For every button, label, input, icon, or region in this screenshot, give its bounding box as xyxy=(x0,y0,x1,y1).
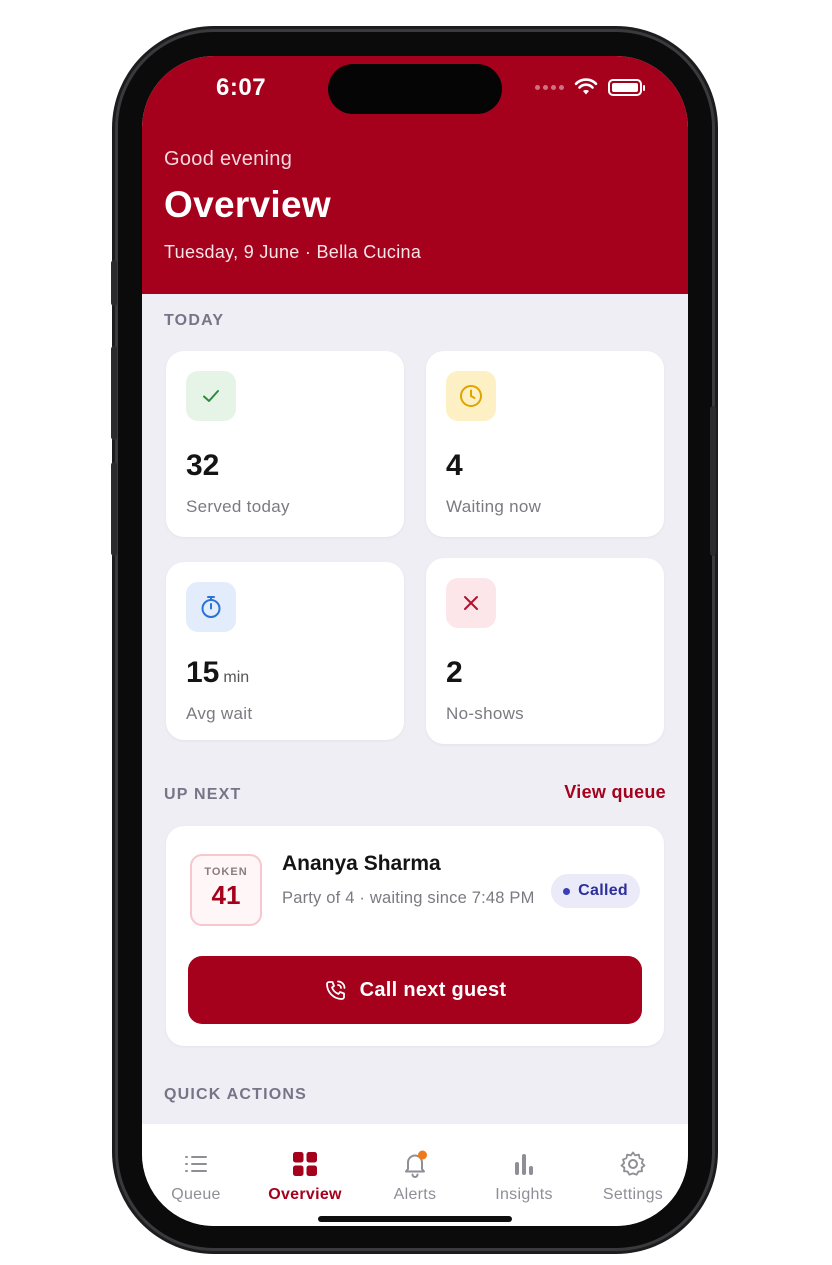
stat-card-served[interactable]: 32 Served today xyxy=(166,351,404,537)
bar-chart-icon xyxy=(515,1154,533,1175)
stat-value: 2 xyxy=(446,656,463,689)
x-icon xyxy=(446,578,496,628)
tab-overview[interactable]: Overview xyxy=(255,1150,355,1204)
power-button xyxy=(710,406,716,556)
section-label-today: TODAY xyxy=(164,312,225,329)
guest-detail: Party of 4 · waiting since 7:48 PM xyxy=(282,889,535,907)
tab-alerts[interactable]: Alerts xyxy=(365,1150,465,1204)
stopwatch-icon xyxy=(186,582,236,632)
stat-card-avg-wait[interactable]: 15 min Avg wait xyxy=(166,562,404,740)
up-next-card: TOKEN 41 Ananya Sharma Party of 4 · wait… xyxy=(166,826,664,1046)
tab-bar: Queue Overview Alerts Insights Settings xyxy=(142,1124,688,1226)
tab-settings[interactable]: Settings xyxy=(583,1150,683,1204)
stat-value: 32 xyxy=(186,449,220,482)
stat-unit: min xyxy=(223,669,250,686)
stat-label: No-shows xyxy=(446,704,524,723)
stat-value: 4 xyxy=(446,449,463,482)
tab-label: Alerts xyxy=(393,1186,437,1203)
gear-icon xyxy=(620,1151,646,1176)
token-number: 41 xyxy=(211,880,241,910)
tab-insights[interactable]: Insights xyxy=(474,1150,574,1204)
section-label-quick-actions: QUICK ACTIONS xyxy=(164,1086,308,1103)
battery-icon xyxy=(608,78,645,96)
grid-icon xyxy=(293,1152,317,1176)
call-next-guest-label: Call next guest xyxy=(359,978,507,1001)
section-label-up-next: UP NEXT xyxy=(164,786,242,803)
check-icon xyxy=(186,371,236,421)
view-queue-link[interactable]: View queue xyxy=(564,782,666,803)
stat-label: Served today xyxy=(186,497,290,516)
volume-down-button xyxy=(111,462,117,556)
call-next-guest-button[interactable]: Call next guest xyxy=(188,956,642,1024)
volume-up-button xyxy=(111,346,117,440)
stat-card-waiting[interactable]: 4 Waiting now xyxy=(426,351,664,537)
screen: 6:07 Good evening Overview Tuesday, 9 Ju… xyxy=(142,56,688,1226)
tab-label: Queue xyxy=(171,1186,221,1203)
guest-name: Ananya Sharma xyxy=(282,852,441,875)
header-subtitle: Tuesday, 9 June · Bella Cucina xyxy=(164,242,422,262)
status-badge: Called xyxy=(551,874,640,908)
signal-icon xyxy=(535,84,564,90)
bell-icon xyxy=(405,1150,427,1178)
list-icon xyxy=(185,1156,207,1172)
tab-label: Settings xyxy=(602,1186,664,1203)
page-title: Overview xyxy=(164,184,331,225)
stat-label: Waiting now xyxy=(446,497,542,516)
status-badge-label: Called xyxy=(578,882,628,899)
status-time: 6:07 xyxy=(216,74,267,101)
token-box: TOKEN 41 xyxy=(190,854,262,926)
token-label: TOKEN xyxy=(204,866,248,878)
tab-label: Insights xyxy=(495,1186,553,1203)
greeting: Good evening xyxy=(164,148,293,170)
wifi-icon xyxy=(574,78,598,95)
status-icons xyxy=(535,78,645,96)
tab-queue[interactable]: Queue xyxy=(146,1150,246,1204)
stat-label: Avg wait xyxy=(186,704,253,723)
clock-icon xyxy=(446,371,496,421)
silent-switch xyxy=(111,260,117,306)
dynamic-island xyxy=(328,64,502,114)
phone-call-icon xyxy=(325,980,346,1000)
stat-card-no-shows[interactable]: 2 No-shows xyxy=(426,558,664,744)
tab-label: Overview xyxy=(268,1186,342,1203)
status-dot xyxy=(563,887,571,895)
stat-value: 15 min xyxy=(186,656,250,689)
home-indicator[interactable] xyxy=(318,1216,512,1222)
